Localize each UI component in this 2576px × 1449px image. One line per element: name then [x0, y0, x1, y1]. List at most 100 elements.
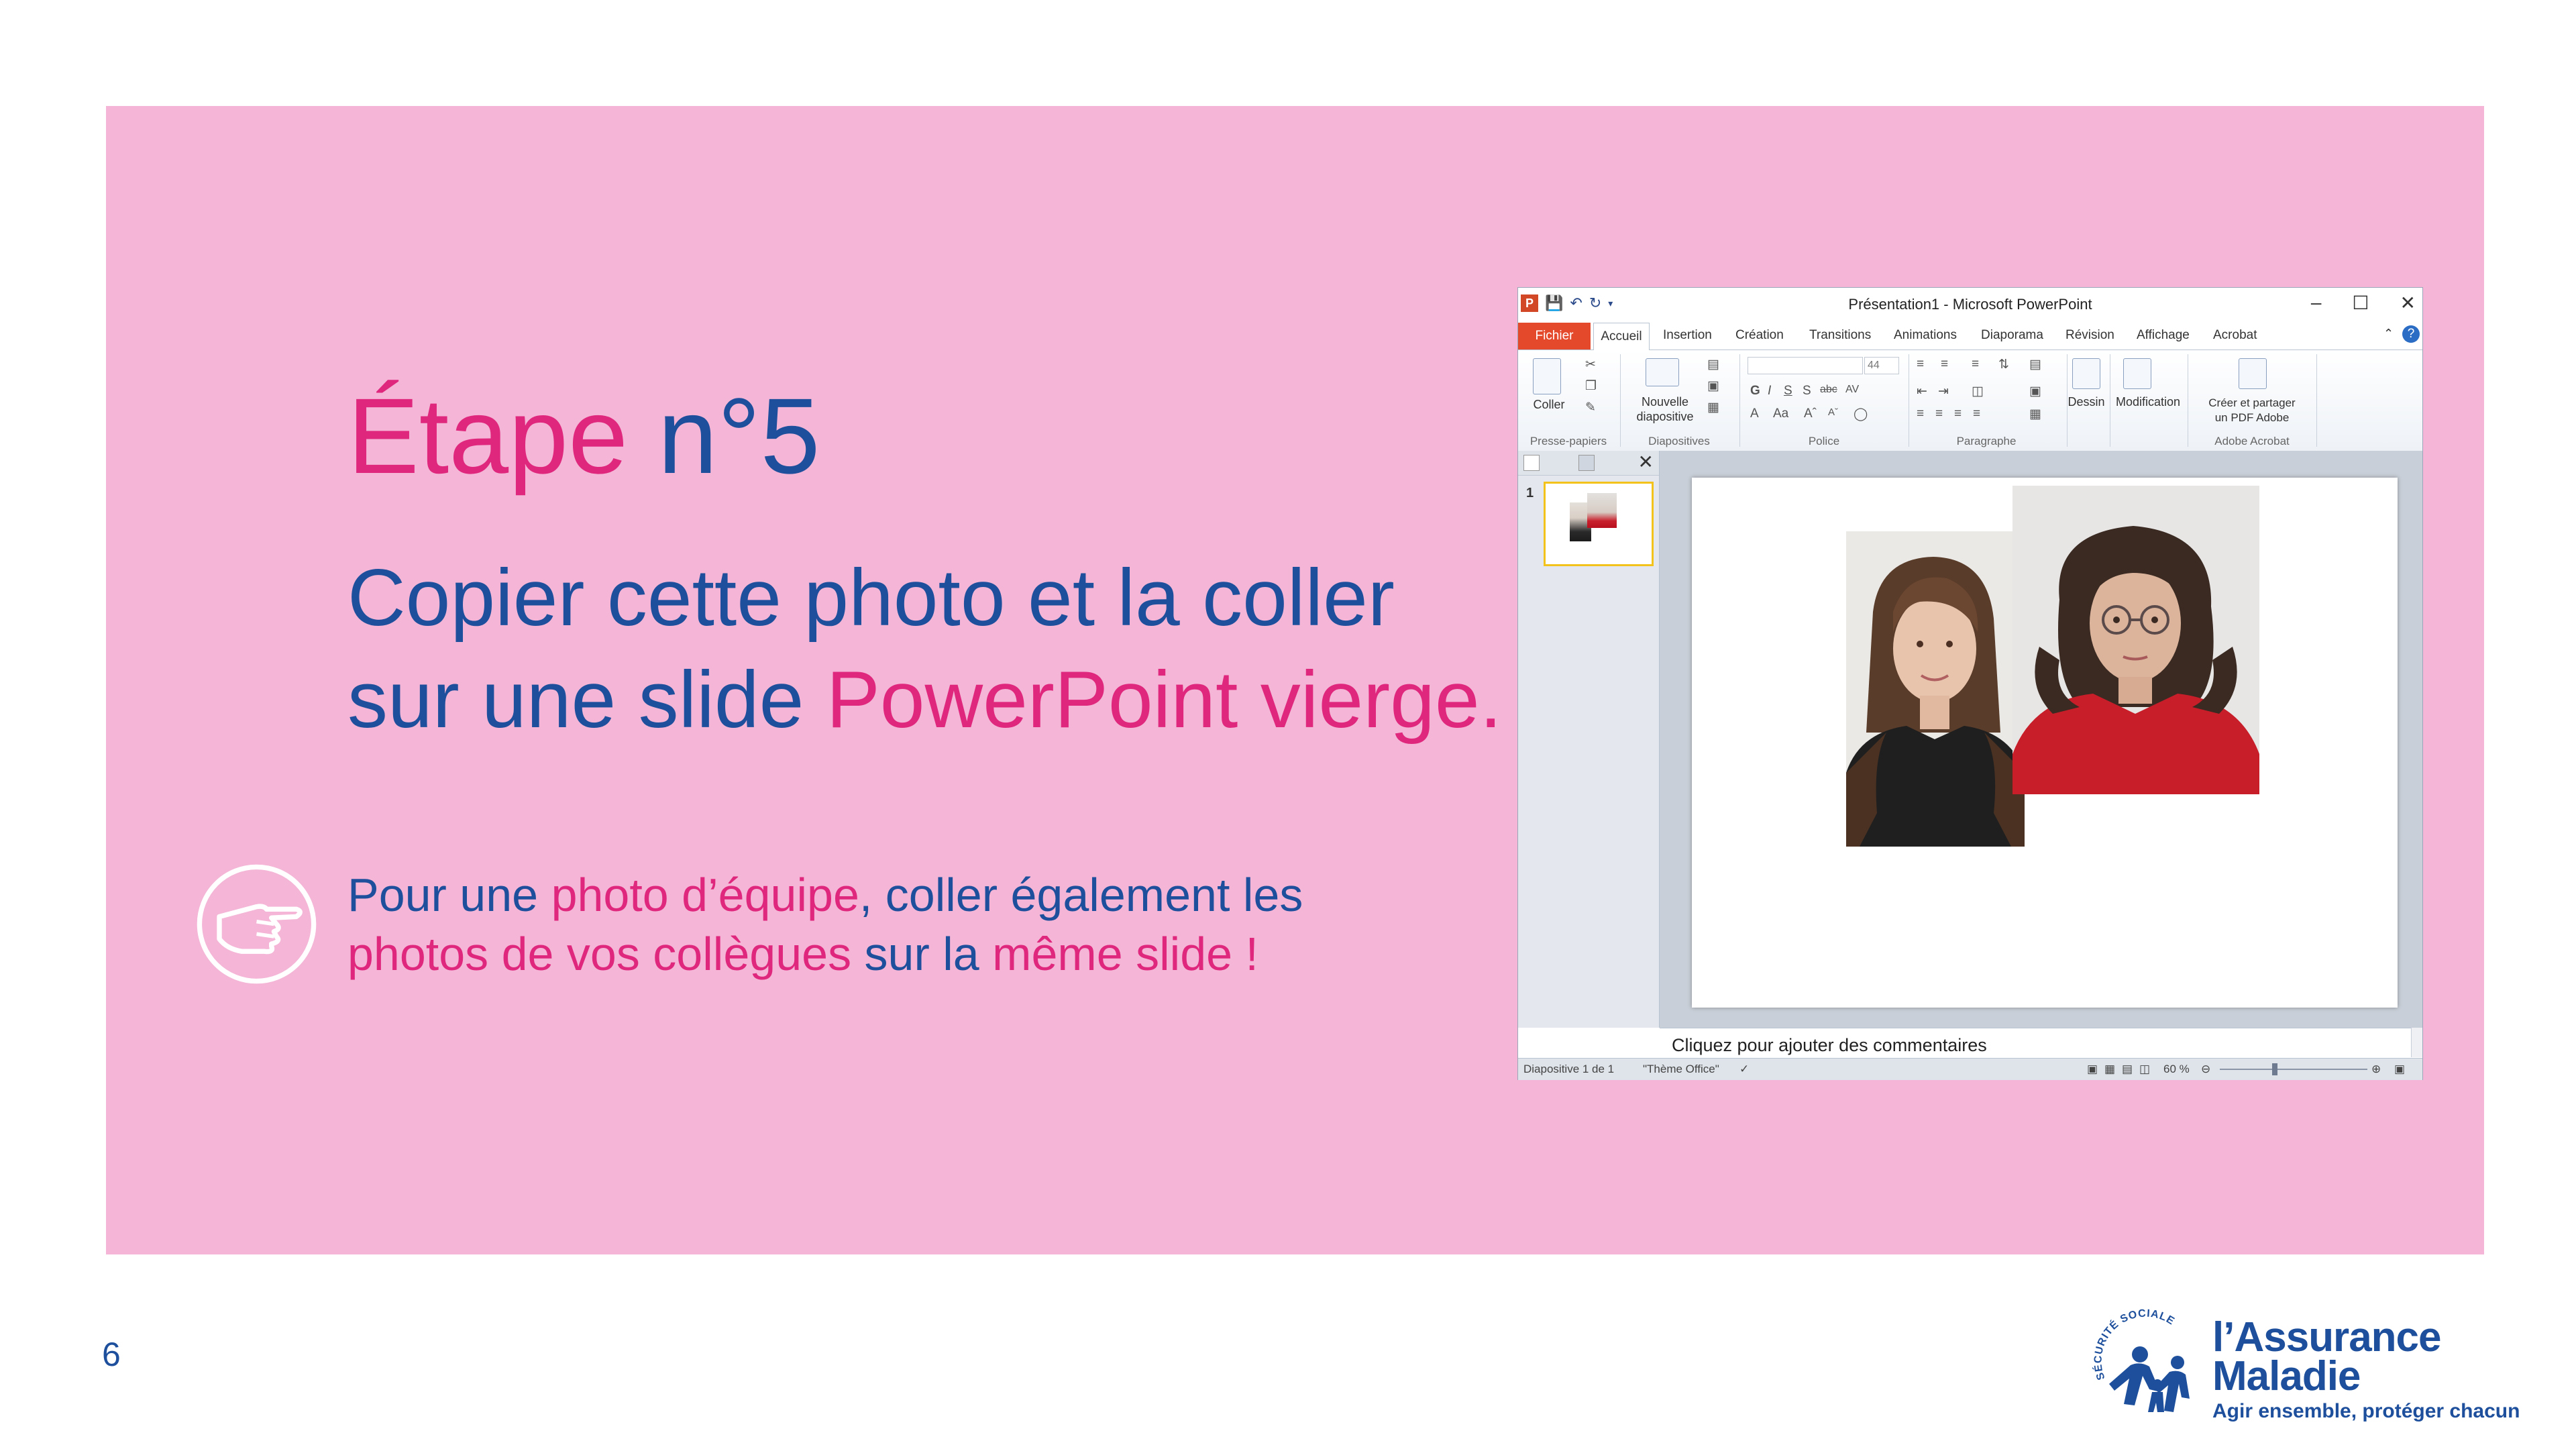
- close-icon[interactable]: ✕: [2400, 292, 2416, 314]
- italic-icon[interactable]: I: [1768, 384, 1771, 398]
- tab-view[interactable]: Affichage: [2137, 328, 2190, 343]
- create-pdf-icon[interactable]: [2239, 358, 2267, 389]
- tab-file[interactable]: Fichier: [1518, 323, 1591, 350]
- justify-icon[interactable]: ≡: [1973, 407, 1980, 421]
- columns-icon[interactable]: ◫: [1972, 384, 1984, 399]
- logo-name-line1: l’Assurance: [2212, 1314, 2442, 1360]
- copy-icon[interactable]: ❐: [1585, 378, 1597, 394]
- reset-icon[interactable]: ▣: [1707, 378, 1719, 394]
- ribbon-separator: [1620, 354, 1621, 447]
- thumbnail-number: 1: [1526, 486, 1534, 500]
- paste-icon[interactable]: [1533, 358, 1561, 394]
- zoom-out-icon[interactable]: ⊖: [2201, 1063, 2210, 1076]
- minimize-ribbon-icon[interactable]: ⌃: [2383, 327, 2394, 341]
- bold-icon[interactable]: G: [1750, 384, 1760, 398]
- help-icon[interactable]: ?: [2402, 325, 2420, 343]
- ribbon-tabs: Fichier Accueil Insertion Création Trans…: [1518, 323, 2422, 351]
- maximize-icon[interactable]: ☐: [2352, 292, 2369, 314]
- grow-font-icon[interactable]: Aˆ: [1804, 407, 1817, 421]
- underline-icon[interactable]: S: [1784, 384, 1792, 398]
- shrink-font-icon[interactable]: Aˇ: [1828, 407, 1838, 418]
- slideshow-view-icon[interactable]: ◫: [2139, 1063, 2150, 1076]
- outline-tab[interactable]: [1578, 455, 1595, 471]
- logo-tagline: Agir ensemble, protéger chacun: [2212, 1400, 2520, 1422]
- thumbnail-photo-2: [1587, 493, 1617, 528]
- create-pdf-button-line1[interactable]: Créer et partager: [2190, 396, 2314, 411]
- align-center-icon[interactable]: ≡: [1935, 407, 1943, 421]
- line-spacing-icon[interactable]: ≡: [1972, 357, 1979, 372]
- group-adobe-acrobat: Adobe Acrobat: [2214, 435, 2290, 447]
- ribbon-separator: [1739, 354, 1740, 447]
- spacing-icon[interactable]: AV: [1845, 384, 1859, 396]
- increase-indent-icon[interactable]: ⇥: [1938, 384, 1949, 399]
- create-pdf-button-line2[interactable]: un PDF Adobe: [2190, 411, 2314, 425]
- portrait-2-image: [2012, 486, 2259, 794]
- zoom-level[interactable]: 60 %: [2163, 1063, 2190, 1076]
- slides-pane: ✕ 1: [1518, 451, 1660, 1028]
- paste-button[interactable]: Coller: [1533, 397, 1565, 412]
- strikethrough-icon[interactable]: abc: [1820, 384, 1837, 396]
- slides-tab[interactable]: [1523, 455, 1540, 471]
- smartart-icon[interactable]: ▣: [2029, 384, 2041, 399]
- font-color-icon[interactable]: A: [1750, 407, 1759, 421]
- tab-animations[interactable]: Animations: [1894, 328, 1957, 343]
- normal-view-icon[interactable]: ▣: [2087, 1063, 2098, 1076]
- drawing-button[interactable]: Dessin: [2065, 394, 2107, 409]
- new-slide-icon[interactable]: [1646, 358, 1679, 386]
- format-painter-icon[interactable]: ✎: [1585, 400, 1596, 415]
- section-icon[interactable]: ▦: [1707, 400, 1719, 415]
- clear-format-icon[interactable]: ◯: [1854, 407, 1868, 422]
- zoom-slider[interactable]: [2220, 1069, 2367, 1070]
- close-pane-icon[interactable]: ✕: [1638, 451, 1654, 473]
- notes-placeholder[interactable]: Cliquez pour ajouter des commentaires: [1672, 1035, 1987, 1056]
- tab-transitions[interactable]: Transitions: [1809, 328, 1871, 343]
- notes-pane[interactable]: Cliquez pour ajouter des commentaires: [1660, 1028, 2411, 1058]
- editing-button[interactable]: Modification: [2111, 394, 2185, 409]
- minimize-icon[interactable]: –: [2311, 292, 2322, 314]
- tab-home[interactable]: Accueil: [1593, 323, 1650, 351]
- zoom-slider-thumb[interactable]: [2272, 1063, 2277, 1075]
- notes-scrollbar[interactable]: [2411, 1028, 2422, 1057]
- font-name-dropdown[interactable]: [1748, 357, 1863, 374]
- tab-review[interactable]: Révision: [2065, 328, 2114, 343]
- tab-design[interactable]: Création: [1735, 328, 1784, 343]
- align-left-icon[interactable]: ≡: [1917, 407, 1924, 421]
- cut-icon[interactable]: ✂: [1585, 357, 1596, 372]
- bullets-icon[interactable]: ≡: [1917, 357, 1924, 372]
- font-size-dropdown[interactable]: 44: [1864, 357, 1899, 374]
- zoom-in-icon[interactable]: ⊕: [2371, 1063, 2381, 1076]
- convert-smartart-icon[interactable]: ▦: [2029, 407, 2041, 422]
- change-case-icon[interactable]: Aa: [1773, 407, 1788, 421]
- editing-icon[interactable]: [2123, 358, 2151, 389]
- slide-count: Diapositive 1 de 1: [1523, 1063, 1615, 1075]
- layout-icon[interactable]: ▤: [1707, 357, 1719, 372]
- pasted-photo-1[interactable]: [1846, 531, 2025, 847]
- portrait-1-image: [1846, 531, 2025, 847]
- instruction-highlight: PowerPoint vierge: [826, 655, 1480, 745]
- instruction-period: .: [1479, 655, 1502, 745]
- decrease-indent-icon[interactable]: ⇤: [1917, 384, 1927, 399]
- drawing-icon[interactable]: [2072, 358, 2100, 389]
- logo-name: l’Assurance Maladie: [2212, 1314, 2442, 1399]
- align-text-icon[interactable]: ▤: [2029, 357, 2041, 372]
- new-slide-button-line1[interactable]: Nouvelle: [1629, 394, 1701, 409]
- align-right-icon[interactable]: ≡: [1954, 407, 1962, 421]
- text-direction-icon[interactable]: ⇅: [1998, 357, 2009, 372]
- fit-to-window-icon[interactable]: ▣: [2394, 1063, 2405, 1076]
- new-slide-button-line2[interactable]: diapositive: [1629, 409, 1701, 424]
- group-clipboard: Presse-papiers: [1529, 435, 1607, 447]
- shadow-icon[interactable]: S: [1803, 384, 1811, 398]
- slide-sorter-icon[interactable]: ▦: [2104, 1063, 2115, 1076]
- slide-canvas[interactable]: [1692, 478, 2398, 1008]
- pasted-photo-2[interactable]: [2012, 486, 2259, 794]
- ribbon-separator: [2316, 354, 2317, 447]
- window-controls: – ☐ ✕: [2311, 292, 2416, 314]
- tab-insert[interactable]: Insertion: [1663, 328, 1712, 343]
- reading-view-icon[interactable]: ▤: [2122, 1063, 2133, 1076]
- tab-acrobat[interactable]: Acrobat: [2213, 328, 2257, 343]
- logo-name-line2: Maladie: [2212, 1353, 2361, 1399]
- spell-check-icon[interactable]: ✓: [1739, 1063, 1749, 1076]
- slide-thumbnail[interactable]: [1544, 482, 1654, 566]
- numbering-icon[interactable]: ≡: [1941, 357, 1948, 372]
- tab-slideshow[interactable]: Diaporama: [1981, 328, 2043, 343]
